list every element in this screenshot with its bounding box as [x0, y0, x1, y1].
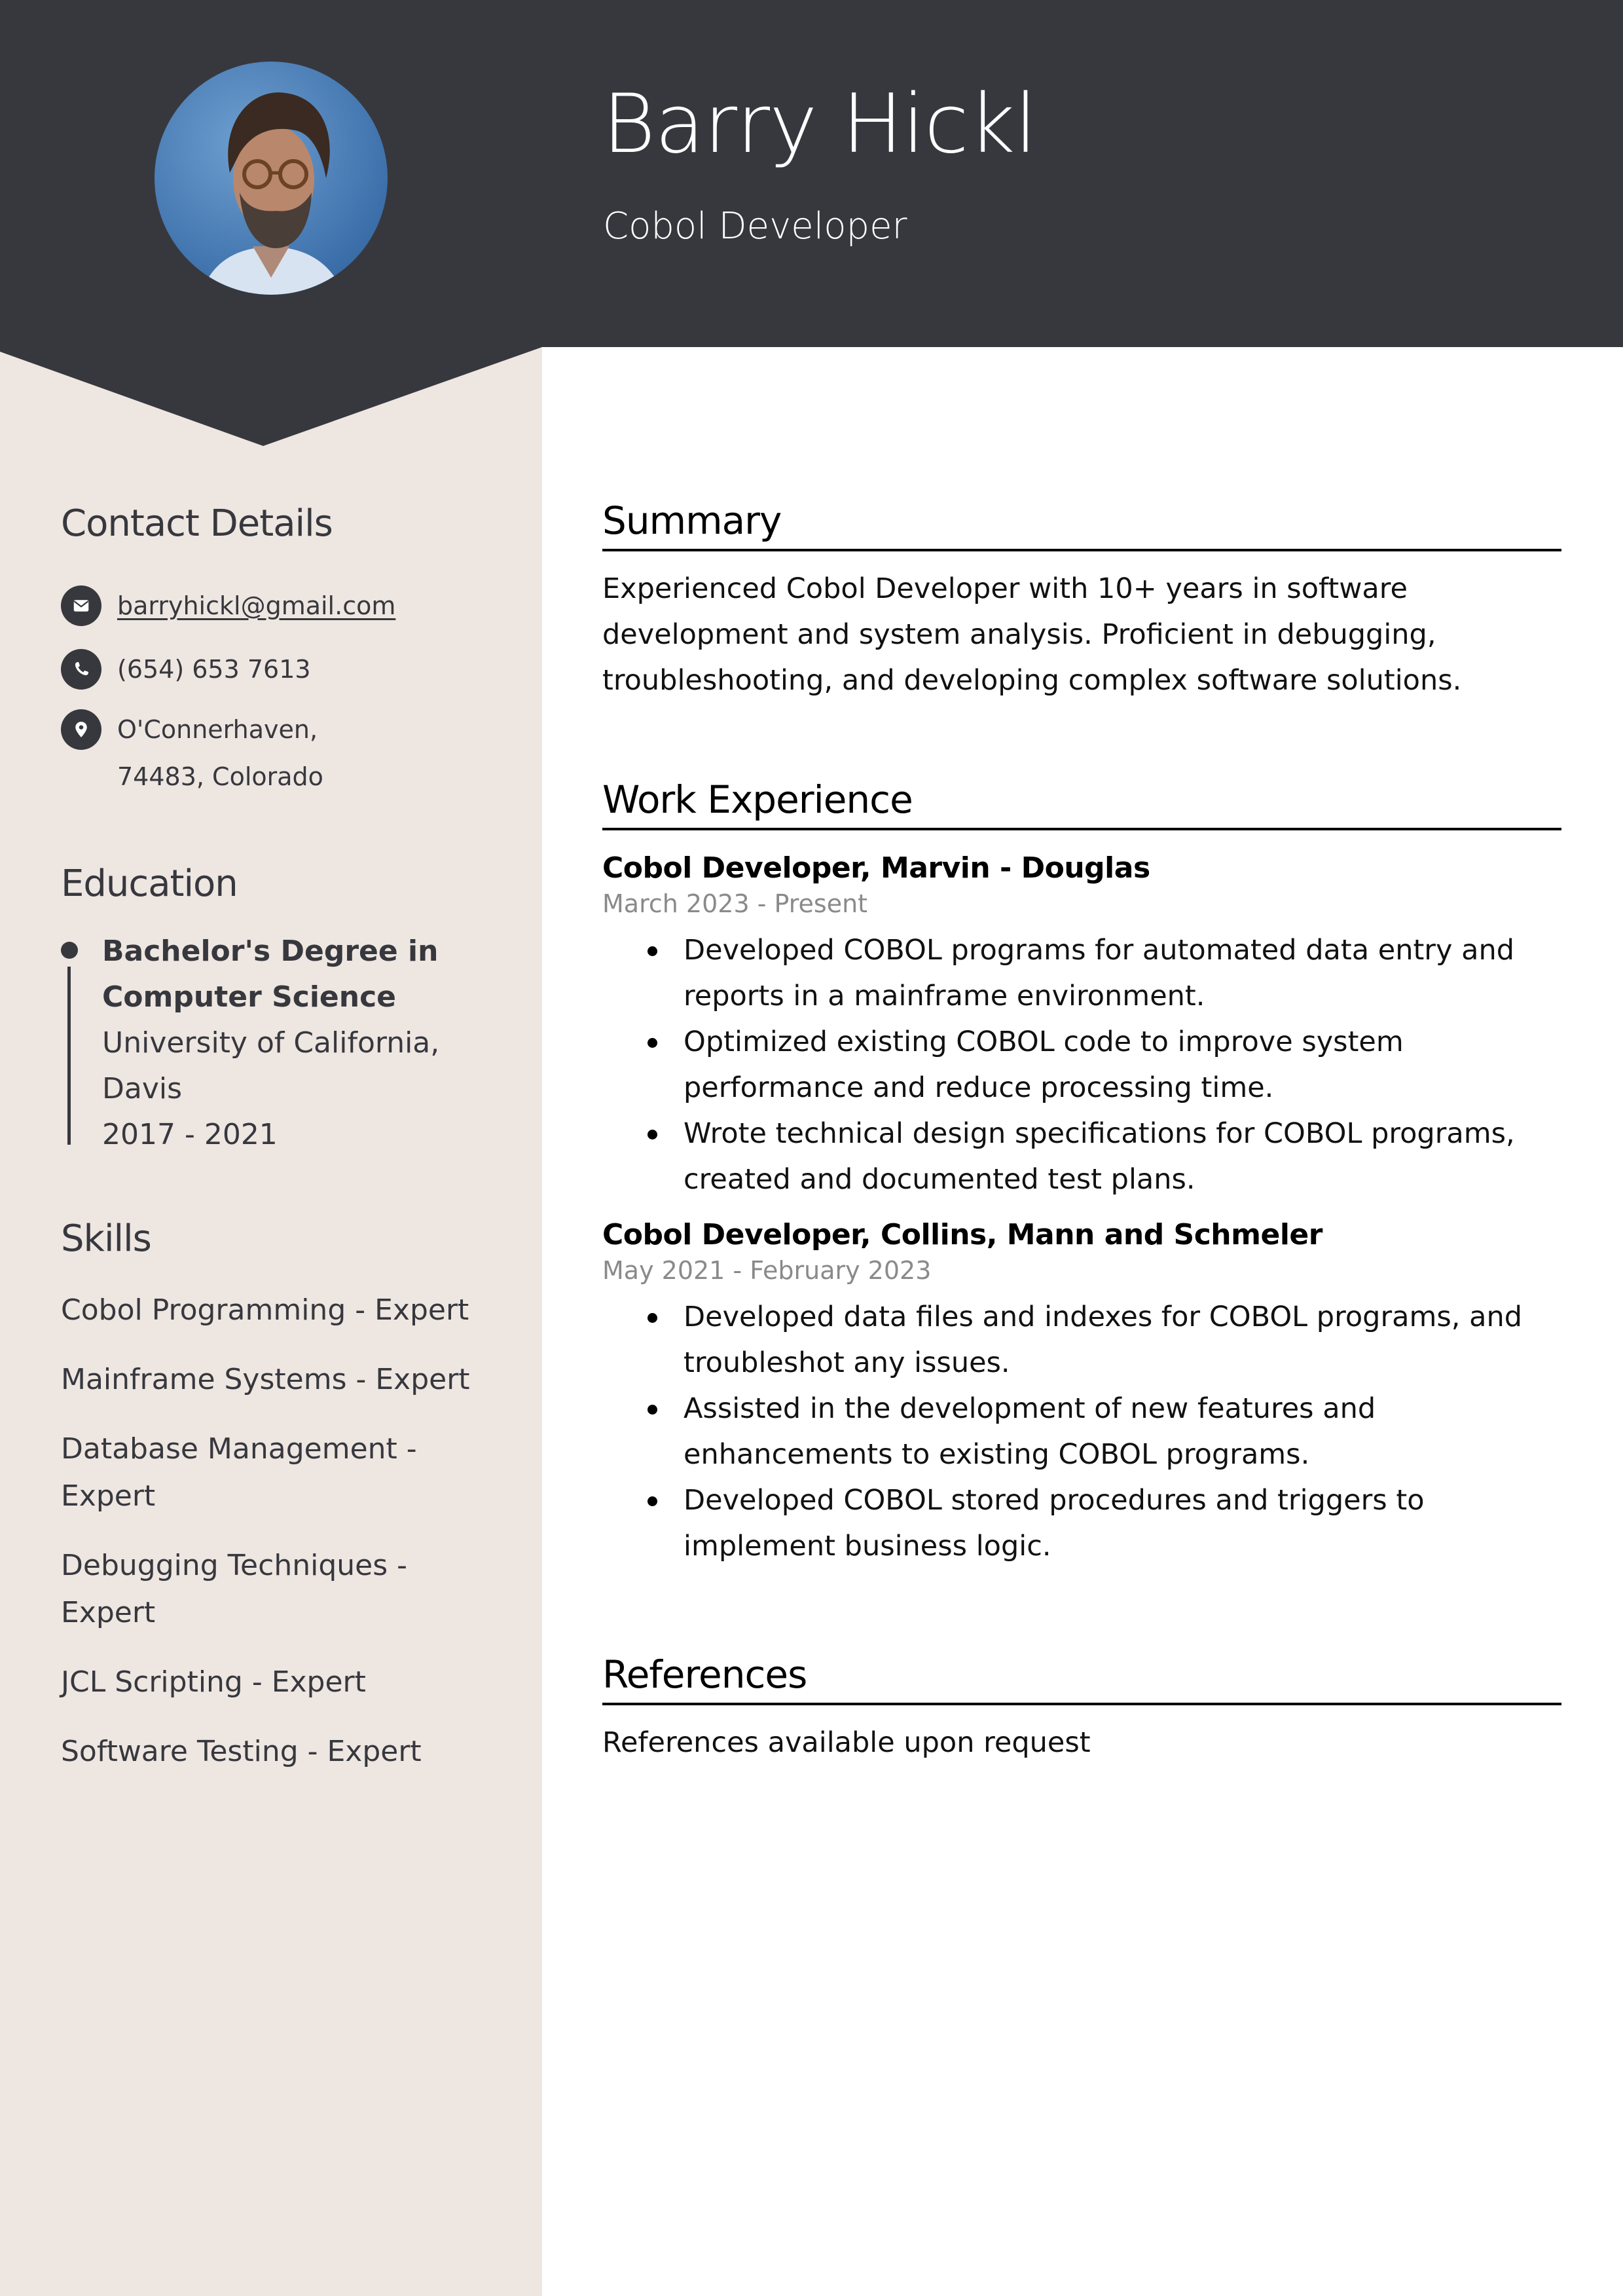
summary-section: Summary Experienced Cobol Developer with…: [602, 502, 1561, 703]
envelope-icon: [61, 585, 101, 626]
email-link[interactable]: barryhickl@gmail.com: [117, 582, 395, 629]
job-bullet: Assisted in the development of new featu…: [647, 1386, 1561, 1477]
contact-heading: Contact Details: [61, 502, 333, 545]
job-bullet: Wrote technical design specifications fo…: [647, 1111, 1561, 1202]
location-pin-icon: [61, 709, 101, 750]
job-entry: Cobol Developer, Collins, Mann and Schme…: [602, 1217, 1561, 1569]
job-bullets: Developed data files and indexes for COB…: [602, 1294, 1561, 1569]
education-heading: Education: [61, 862, 238, 905]
timeline-dot: [61, 942, 78, 959]
job-title: Cobol Developer, Collins, Mann and Schme…: [602, 1218, 1322, 1251]
job-bullet: Developed data files and indexes for COB…: [647, 1294, 1561, 1386]
job-dates: March 2023 - Present: [602, 889, 868, 918]
contact-email[interactable]: barryhickl@gmail.com: [61, 585, 395, 629]
skill-item: JCL Scripting - Expert: [61, 1665, 366, 1699]
work-experience-section: Work Experience Cobol Developer, Marvin …: [602, 781, 1561, 1569]
phone-icon: [61, 649, 101, 690]
education-years: 2017 - 2021: [102, 1118, 278, 1151]
summary-heading: Summary: [602, 502, 1561, 551]
skill-item: Cobol Programming - Expert: [61, 1293, 469, 1327]
job-bullet: Optimized existing COBOL code to improve…: [647, 1019, 1561, 1111]
skill-item: Database Management - Expert: [61, 1432, 417, 1513]
skill-item: Mainframe Systems - Expert: [61, 1363, 470, 1396]
skill-item: Debugging Techniques - Expert: [61, 1549, 407, 1629]
job-dates: May 2021 - February 2023: [602, 1256, 932, 1285]
education-school: University of California, Davis: [102, 1026, 440, 1105]
job-title: Cobol Developer, Marvin - Douglas: [602, 851, 1150, 885]
skill-item: Software Testing - Expert: [61, 1735, 422, 1768]
references-heading: References: [602, 1656, 1561, 1705]
work-experience-heading: Work Experience: [602, 781, 1561, 830]
phone-number: (654) 653 7613: [117, 655, 311, 684]
job-bullets: Developed COBOL programs for automated d…: [602, 927, 1561, 1202]
job-bullet: Developed COBOL programs for automated d…: [647, 927, 1561, 1019]
candidate-name: Barry Hickl: [602, 77, 1037, 172]
education-entry: Bachelor's Degree in Computer Science Un…: [61, 929, 493, 1158]
job-bullet: Developed COBOL stored procedures and tr…: [647, 1477, 1561, 1569]
references-text: References available upon request: [602, 1726, 1091, 1759]
timeline-line: [67, 967, 71, 1145]
references-section: References References available upon req…: [602, 1656, 1561, 1766]
contact-phone: (654) 653 7613: [61, 649, 311, 693]
contact-address: O'Connerhaven, 74483, Colorado: [61, 709, 454, 800]
education-degree: Bachelor's Degree in Computer Science: [102, 935, 439, 1014]
avatar-photo: [155, 62, 388, 295]
address: O'Connerhaven, 74483, Colorado: [117, 715, 323, 791]
skills-heading: Skills: [61, 1217, 152, 1260]
candidate-title: Cobol Developer: [603, 205, 907, 248]
header-chevron: [0, 346, 542, 446]
skills-list: Cobol Programming - Expert Mainframe Sys…: [61, 1287, 506, 1798]
summary-text: Experienced Cobol Developer with 10+ yea…: [602, 572, 1462, 697]
job-entry: Cobol Developer, Marvin - Douglas March …: [602, 850, 1561, 1202]
avatar: [155, 62, 388, 295]
